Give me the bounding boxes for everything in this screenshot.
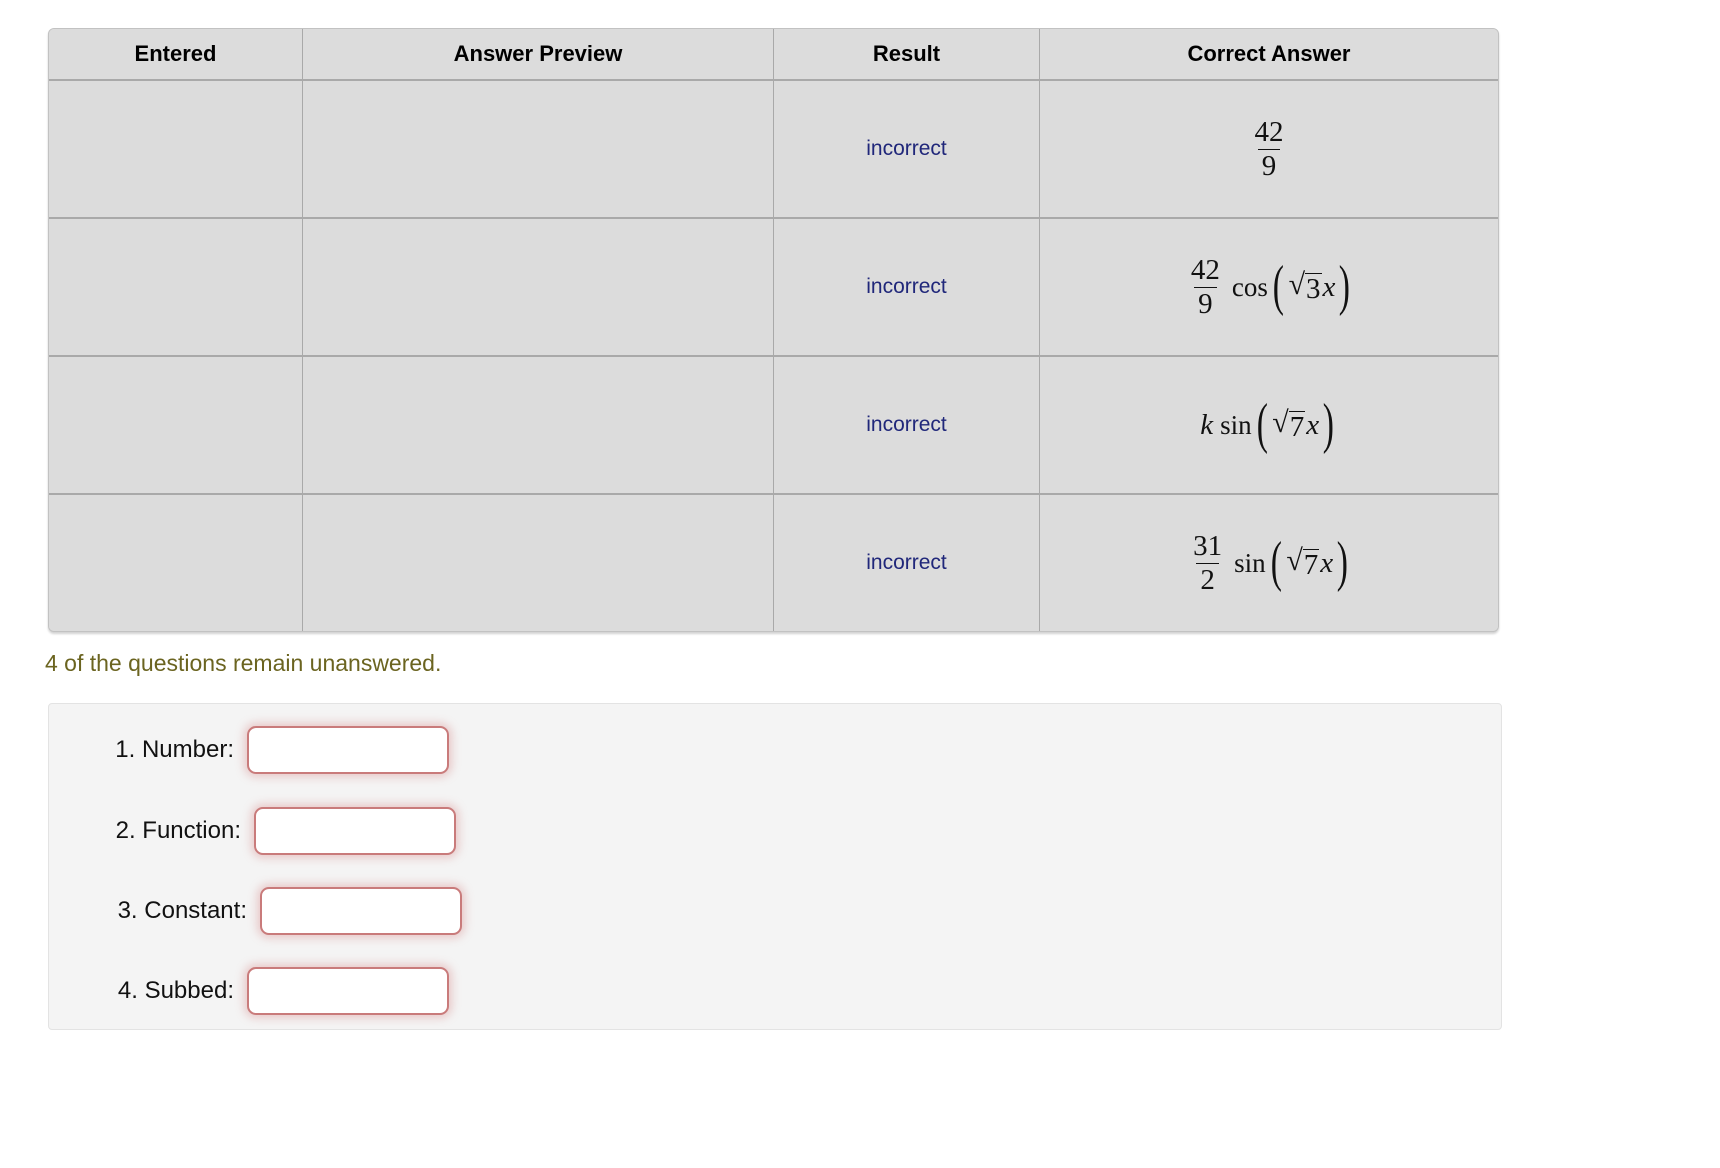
square-root-icon: √ 7 [1286, 543, 1320, 581]
table-row: incorrect 42 9 cos ( √ 3 x) [49, 219, 1498, 357]
cell-correct-answer: 31 2 sin ( √ 7 x ) [1040, 495, 1498, 631]
results-table: Entered Answer Preview Result Correct An… [48, 28, 1499, 632]
square-root-icon: √ 7 [1272, 405, 1306, 443]
right-paren-glyph: ) [1322, 392, 1335, 455]
fraction-denominator: 9 [1257, 148, 1281, 181]
cell-correct-answer: k sin ( √ 7 x ) [1040, 357, 1498, 495]
subbed-input[interactable] [247, 967, 449, 1015]
fraction-denominator: 2 [1196, 562, 1219, 595]
left-paren-glyph: ( [1256, 392, 1268, 455]
radical-sign: √ [1288, 267, 1306, 301]
fraction: 42 9 [1251, 117, 1288, 181]
radicand: 7 [1302, 548, 1320, 581]
field-label-number: 1. Number: [115, 736, 234, 763]
fraction-numerator: 42 [1254, 116, 1284, 149]
cell-result: incorrect [774, 357, 1040, 495]
answer-form-panel: 1. Number: 2. Function: 3. Constant: 4. … [48, 703, 1502, 1030]
trig-function-name: sin [1234, 547, 1266, 578]
cell-result: incorrect [774, 219, 1040, 357]
variable: x [1322, 270, 1336, 303]
left-paren-glyph: ( [1272, 254, 1284, 317]
math-expression: 42 9 [1248, 117, 1291, 181]
form-field-row-subbed: 4. Subbed: [89, 966, 449, 1016]
fraction-numerator: 42 [1190, 254, 1220, 287]
trig-function-name: sin [1220, 409, 1252, 440]
table-row: incorrect k sin ( √ 7 x ) [49, 357, 1498, 495]
cell-entered [49, 81, 303, 219]
fraction: 31 2 [1189, 531, 1226, 595]
trig-function-name: cos [1231, 271, 1268, 302]
radical-sign: √ [1272, 405, 1289, 439]
column-header-correct-answer: Correct Answer [1040, 29, 1498, 81]
field-label-function: 2. Function: [115, 817, 241, 844]
cell-result: incorrect [774, 495, 1040, 631]
radicand: 3 [1305, 272, 1322, 305]
column-header-entered: Entered [49, 29, 303, 81]
variable: x [1320, 546, 1334, 579]
square-root-icon: √ 3 [1288, 267, 1322, 305]
cell-answer-preview [303, 495, 774, 631]
cell-result: incorrect [774, 81, 1040, 219]
fraction-denominator: 9 [1194, 286, 1217, 319]
coefficient: k [1200, 408, 1214, 441]
cell-answer-preview [303, 357, 774, 495]
right-paren-glyph: ) [1336, 530, 1349, 593]
cell-entered [49, 357, 303, 495]
cell-entered [49, 495, 303, 631]
constant-input[interactable] [260, 887, 462, 935]
table-body: incorrect 42 9 incorrect 42 9 cos (√ 3 … [49, 81, 1498, 631]
field-label-constant: 3. Constant: [117, 897, 247, 924]
math-expression: k sin ( √ 7 x ) [1200, 392, 1338, 455]
math-expression: 31 2 sin ( √ 7 x ) [1186, 531, 1352, 595]
form-field-row-number: 1. Number: [89, 725, 449, 775]
cell-entered [49, 219, 303, 357]
left-paren-glyph: ( [1270, 530, 1282, 593]
column-header-answer-preview: Answer Preview [303, 29, 774, 81]
radical-sign: √ [1286, 543, 1303, 577]
field-label-subbed: 4. Subbed: [117, 977, 234, 1004]
cell-correct-answer: 42 9 [1040, 81, 1498, 219]
form-field-row-function: 2. Function: [89, 806, 456, 856]
column-header-result: Result [774, 29, 1040, 81]
results-table-container: Entered Answer Preview Result Correct An… [48, 28, 1499, 632]
cell-correct-answer: 42 9 cos ( √ 3 x ) [1040, 219, 1498, 357]
math-expression: 42 9 cos ( √ 3 x ) [1184, 255, 1354, 319]
table-row: incorrect 42 9 [49, 81, 1498, 219]
form-field-row-constant: 3. Constant: [89, 886, 462, 936]
fraction-numerator: 31 [1193, 530, 1223, 563]
right-paren-glyph: ) [1339, 254, 1351, 317]
radicand: 7 [1288, 410, 1306, 443]
fraction: 42 9 [1187, 255, 1224, 319]
function-input[interactable] [254, 807, 456, 855]
table-header: Entered Answer Preview Result Correct An… [49, 29, 1498, 81]
cell-answer-preview [303, 219, 774, 357]
table-row: incorrect 31 2 sin ( √ 7 x) [49, 495, 1498, 631]
table-header-row: Entered Answer Preview Result Correct An… [49, 29, 1498, 81]
number-input[interactable] [247, 726, 449, 774]
variable: x [1306, 408, 1320, 441]
unanswered-status-message: 4 of the questions remain unanswered. [45, 650, 442, 676]
cell-answer-preview [303, 81, 774, 219]
